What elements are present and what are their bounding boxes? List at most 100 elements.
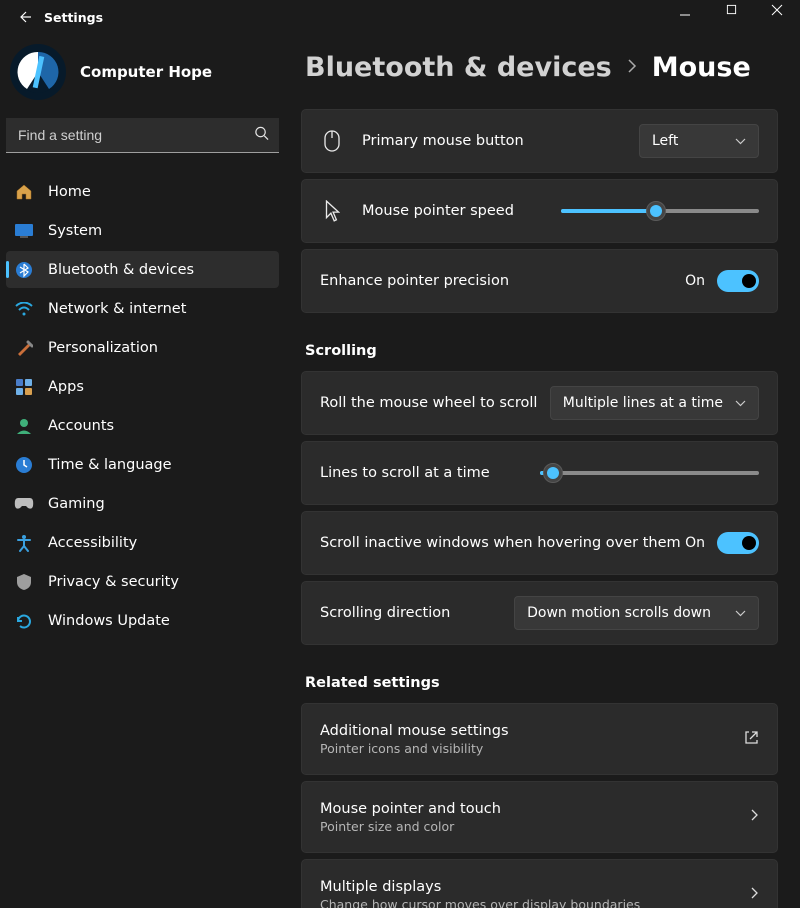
- external-link-icon: [744, 730, 759, 749]
- sidebar-item-time-language[interactable]: Time & language: [6, 446, 279, 483]
- avatar: [10, 44, 66, 100]
- paintbrush-icon: [14, 338, 34, 358]
- scroll-direction-dropdown[interactable]: Down motion scrolls down: [514, 596, 759, 630]
- search-input[interactable]: [6, 118, 279, 152]
- card-primary-mouse-button: Primary mouse button Left: [301, 109, 778, 173]
- chevron-right-icon: [750, 886, 759, 904]
- breadcrumb-current: Mouse: [652, 52, 751, 83]
- sidebar-item-label: Accessibility: [48, 535, 137, 551]
- sidebar-item-network[interactable]: Network & internet: [6, 290, 279, 327]
- gamepad-icon: [14, 494, 34, 514]
- dropdown-value: Left: [652, 133, 678, 149]
- clock-icon: [14, 455, 34, 475]
- window-controls: [662, 0, 800, 34]
- search-icon: [254, 126, 269, 145]
- card-lines-to-scroll: Lines to scroll at a time: [301, 441, 778, 505]
- related-multiple-displays[interactable]: Multiple displays Change how cursor move…: [301, 859, 778, 908]
- sidebar: Computer Hope Home System Bluetooth & de…: [0, 34, 285, 908]
- sidebar-item-home[interactable]: Home: [6, 173, 279, 210]
- search-box[interactable]: [6, 118, 279, 153]
- sidebar-item-accessibility[interactable]: Accessibility: [6, 524, 279, 561]
- sidebar-item-label: Apps: [48, 379, 84, 395]
- slider-thumb[interactable]: [646, 201, 666, 221]
- related-subtitle: Pointer icons and visibility: [320, 741, 744, 756]
- lines-to-scroll-slider[interactable]: [540, 471, 760, 475]
- titlebar: Settings: [0, 0, 800, 34]
- update-icon: [14, 611, 34, 631]
- sidebar-item-windows-update[interactable]: Windows Update: [6, 602, 279, 639]
- sidebar-item-label: System: [48, 223, 102, 239]
- chevron-down-icon: [735, 395, 746, 411]
- toggle-state-label: On: [685, 273, 705, 289]
- slider-thumb[interactable]: [543, 463, 563, 483]
- back-button[interactable]: [14, 7, 34, 27]
- cursor-icon: [320, 200, 344, 222]
- setting-label: Enhance pointer precision: [320, 273, 685, 289]
- sidebar-item-bluetooth-devices[interactable]: Bluetooth & devices: [6, 251, 279, 288]
- related-additional-mouse-settings[interactable]: Additional mouse settings Pointer icons …: [301, 703, 778, 775]
- related-subtitle: Change how cursor moves over display bou…: [320, 897, 750, 908]
- sidebar-item-label: Bluetooth & devices: [48, 262, 194, 278]
- sidebar-item-accounts[interactable]: Accounts: [6, 407, 279, 444]
- back-arrow-icon: [16, 9, 32, 25]
- card-scroll-direction: Scrolling direction Down motion scrolls …: [301, 581, 778, 645]
- section-header-related: Related settings: [305, 675, 778, 691]
- sidebar-item-label: Network & internet: [48, 301, 186, 317]
- primary-button-dropdown[interactable]: Left: [639, 124, 759, 158]
- close-button[interactable]: [754, 0, 800, 34]
- card-roll-wheel: Roll the mouse wheel to scroll Multiple …: [301, 371, 778, 435]
- related-subtitle: Pointer size and color: [320, 819, 750, 834]
- related-title: Additional mouse settings: [320, 723, 744, 739]
- chevron-right-icon: [626, 58, 638, 78]
- setting-label: Scrolling direction: [320, 605, 514, 621]
- window-title: Settings: [44, 10, 103, 25]
- sidebar-item-label: Gaming: [48, 496, 105, 512]
- sidebar-item-label: Windows Update: [48, 613, 170, 629]
- minimize-button[interactable]: [662, 0, 708, 34]
- content: Bluetooth & devices Mouse Primary mouse …: [285, 34, 800, 908]
- setting-label: Mouse pointer speed: [362, 203, 561, 219]
- sidebar-item-label: Personalization: [48, 340, 158, 356]
- toggle-state-label: On: [685, 535, 705, 551]
- roll-wheel-dropdown[interactable]: Multiple lines at a time: [550, 386, 759, 420]
- sidebar-item-system[interactable]: System: [6, 212, 279, 249]
- related-title: Mouse pointer and touch: [320, 801, 750, 817]
- maximize-button[interactable]: [708, 0, 754, 34]
- scroll-inactive-toggle[interactable]: [717, 532, 759, 554]
- sidebar-item-label: Home: [48, 184, 91, 200]
- system-icon: [14, 221, 34, 241]
- section-header-scrolling: Scrolling: [305, 343, 778, 359]
- sidebar-item-privacy[interactable]: Privacy & security: [6, 563, 279, 600]
- chevron-right-icon: [750, 808, 759, 826]
- setting-label: Scroll inactive windows when hovering ov…: [320, 535, 685, 551]
- accessibility-icon: [14, 533, 34, 553]
- pointer-speed-slider[interactable]: [561, 209, 760, 213]
- card-pointer-speed: Mouse pointer speed: [301, 179, 778, 243]
- wifi-icon: [14, 299, 34, 319]
- setting-label: Roll the mouse wheel to scroll: [320, 395, 550, 411]
- breadcrumb: Bluetooth & devices Mouse: [301, 52, 778, 83]
- related-title: Multiple displays: [320, 879, 750, 895]
- person-icon: [14, 416, 34, 436]
- card-enhance-precision: Enhance pointer precision On: [301, 249, 778, 313]
- sidebar-item-label: Time & language: [48, 457, 172, 473]
- apps-icon: [14, 377, 34, 397]
- dropdown-value: Multiple lines at a time: [563, 395, 723, 411]
- home-icon: [14, 182, 34, 202]
- enhance-precision-toggle[interactable]: [717, 270, 759, 292]
- sidebar-item-label: Privacy & security: [48, 574, 179, 590]
- setting-label: Lines to scroll at a time: [320, 465, 540, 481]
- chevron-down-icon: [735, 133, 746, 149]
- sidebar-item-label: Accounts: [48, 418, 114, 434]
- sidebar-item-gaming[interactable]: Gaming: [6, 485, 279, 522]
- breadcrumb-parent[interactable]: Bluetooth & devices: [305, 52, 612, 83]
- sidebar-item-apps[interactable]: Apps: [6, 368, 279, 405]
- shield-icon: [14, 572, 34, 592]
- setting-label: Primary mouse button: [362, 133, 639, 149]
- chevron-down-icon: [735, 605, 746, 621]
- sidebar-item-personalization[interactable]: Personalization: [6, 329, 279, 366]
- related-mouse-pointer-touch[interactable]: Mouse pointer and touch Pointer size and…: [301, 781, 778, 853]
- profile[interactable]: Computer Hope: [6, 44, 279, 118]
- dropdown-value: Down motion scrolls down: [527, 605, 711, 621]
- bluetooth-icon: [14, 260, 34, 280]
